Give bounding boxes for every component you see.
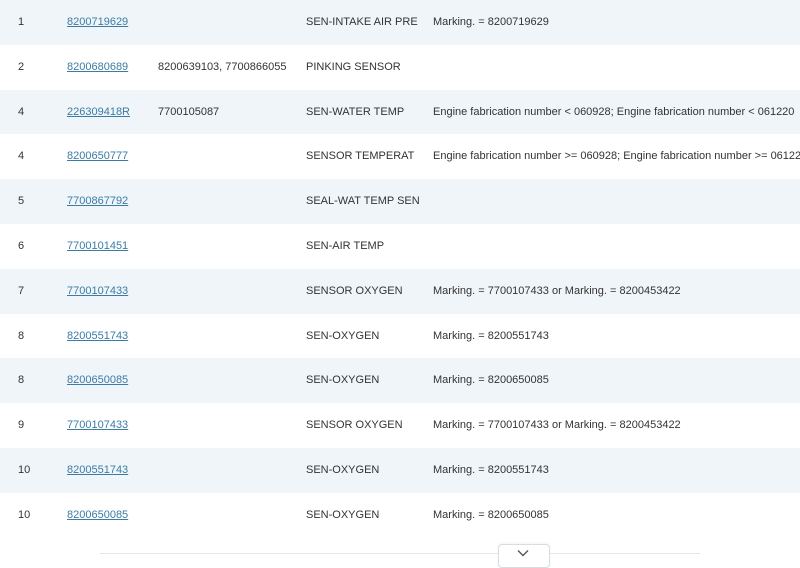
part-number-link[interactable]: 8200650085: [67, 509, 128, 521]
part-number-cell: 8200551743: [67, 448, 157, 493]
part-number-cell: 8200650085: [67, 493, 157, 538]
position-number: 4: [18, 150, 25, 163]
part-name: SEN-WATER TEMP: [306, 105, 405, 118]
parts-table: 1 8200719629 SEN-INTAKE AIR PRE Marking.…: [0, 0, 800, 538]
table-row: 2 8200680689 8200639103, 7700866055 PINK…: [0, 44, 800, 90]
part-number-cell: 7700867792: [67, 179, 157, 224]
part-number-cell: 7700107433: [67, 269, 157, 314]
part-name: PINKING SENSOR: [306, 60, 401, 73]
position-number: 4: [18, 105, 25, 118]
part-number-cell: 8200650777: [67, 134, 157, 179]
part-note: Marking. = 7700107433 or Marking. = 8200…: [433, 419, 681, 432]
part-name: SEAL-WAT TEMP SEN: [306, 195, 420, 208]
part-name: SEN-OXYGEN: [306, 374, 380, 387]
alternative-numbers: [158, 179, 303, 224]
table-row: 8 8200551743 SEN-OXYGEN Marking. = 82005…: [0, 313, 800, 359]
part-note: Marking. = 8200650085: [433, 508, 549, 521]
part-name: SENSOR OXYGEN: [306, 419, 403, 432]
part-name: SEN-INTAKE AIR PRE: [306, 16, 418, 28]
table-row: 4 226309418R 7700105087 SEN-WATER TEMP E…: [0, 89, 800, 135]
position-number: 10: [18, 463, 31, 476]
part-number-cell: 8200650085: [67, 358, 157, 403]
part-name: SEN-OXYGEN: [306, 508, 380, 521]
part-number-link[interactable]: 7700107433: [67, 419, 128, 431]
part-number-cell: 7700107433: [67, 403, 157, 448]
table-bottom-divider: [100, 553, 700, 554]
part-name: SEN-OXYGEN: [306, 463, 380, 476]
alternative-numbers: 7700105087: [158, 105, 220, 118]
part-number-cell: 7700101451: [67, 224, 157, 269]
alternative-numbers: [158, 134, 303, 179]
part-number-link[interactable]: 7700867792: [67, 195, 128, 207]
position-number: 5: [18, 195, 25, 208]
position-number: 8: [18, 329, 25, 342]
part-name: SENSOR OXYGEN: [306, 284, 403, 297]
part-name: SEN-AIR TEMP: [306, 239, 385, 252]
table-row: 10 8200551743 SEN-OXYGEN Marking. = 8200…: [0, 447, 800, 493]
expand-button[interactable]: [498, 544, 550, 568]
part-number-cell: 8200719629: [67, 0, 157, 45]
part-number-link[interactable]: 226309418R: [67, 106, 130, 118]
alternative-numbers: [158, 224, 303, 269]
alternative-numbers: [158, 269, 303, 314]
part-number-link[interactable]: 8200719629: [67, 16, 128, 28]
part-note: Engine fabrication number >= 060928; Eng…: [433, 150, 800, 163]
part-note: Marking. = 8200551743: [433, 329, 549, 342]
position-number: 6: [18, 239, 25, 252]
table-row: 4 8200650777 SENSOR TEMPERAT Engine fabr…: [0, 134, 800, 180]
position-number: 8: [18, 374, 25, 387]
position-number: 9: [18, 419, 25, 432]
part-name: SEN-OXYGEN: [306, 329, 380, 342]
part-number-cell: 226309418R: [67, 90, 157, 135]
part-number-cell: 8200551743: [67, 314, 157, 359]
table-row: 1 8200719629 SEN-INTAKE AIR PRE Marking.…: [0, 0, 800, 45]
part-name: SENSOR TEMPERAT: [306, 150, 415, 163]
table-row: 9 7700107433 SENSOR OXYGEN Marking. = 77…: [0, 403, 800, 448]
alternative-numbers: [158, 314, 303, 359]
alternative-numbers: [158, 403, 303, 448]
position-number: 1: [18, 16, 25, 28]
part-number-link[interactable]: 8200650777: [67, 150, 128, 162]
alternative-numbers: [158, 493, 303, 538]
part-note: Marking. = 7700107433 or Marking. = 8200…: [433, 284, 681, 297]
part-number-cell: 8200680689: [67, 45, 157, 90]
part-note: Marking. = 8200719629: [433, 16, 549, 28]
position-number: 7: [18, 284, 25, 297]
part-number-link[interactable]: 8200680689: [67, 61, 128, 73]
part-note: Engine fabrication number < 060928; Engi…: [433, 105, 795, 118]
position-number: 2: [18, 60, 25, 73]
alternative-numbers: [158, 0, 303, 45]
part-number-link[interactable]: 8200551743: [67, 330, 128, 342]
part-note: [433, 45, 800, 90]
table-row: 10 8200650085 SEN-OXYGEN Marking. = 8200…: [0, 492, 800, 538]
table-row: 8 8200650085 SEN-OXYGEN Marking. = 82006…: [0, 358, 800, 404]
table-row: 5 7700867792 SEAL-WAT TEMP SEN: [0, 179, 800, 224]
alternative-numbers: [158, 358, 303, 403]
part-note: Marking. = 8200551743: [433, 463, 549, 476]
table-row: 6 7700101451 SEN-AIR TEMP: [0, 223, 800, 269]
table-row: 7 7700107433 SENSOR OXYGEN Marking. = 77…: [0, 268, 800, 314]
part-note: [433, 179, 800, 224]
part-number-link[interactable]: 8200650085: [67, 374, 128, 386]
part-number-link[interactable]: 7700101451: [67, 240, 128, 252]
part-note: Marking. = 8200650085: [433, 374, 549, 387]
part-number-link[interactable]: 8200551743: [67, 464, 128, 476]
alternative-numbers: [158, 448, 303, 493]
alternative-numbers: 8200639103, 7700866055: [158, 60, 287, 73]
part-number-link[interactable]: 7700107433: [67, 285, 128, 297]
part-note: [433, 224, 800, 269]
position-number: 10: [18, 508, 31, 521]
